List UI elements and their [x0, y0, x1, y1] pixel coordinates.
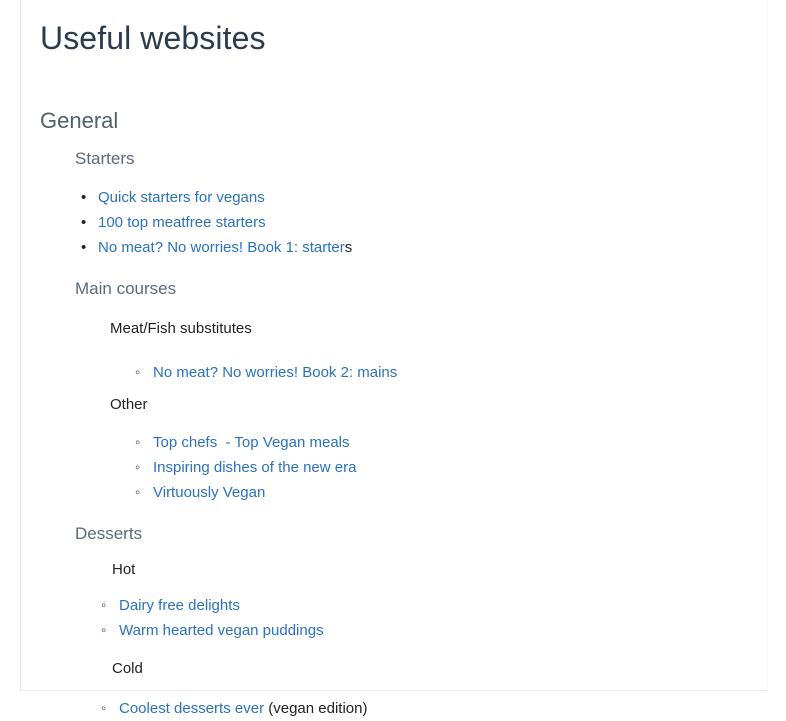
list-item: Virtuously Vegan [40, 480, 760, 505]
section-heading-general: General [40, 78, 760, 132]
group-label-meat-fish-substitutes: Meat/Fish substitutes [40, 321, 760, 336]
page-title: Useful websites [40, 0, 760, 54]
group-label-other: Other [40, 397, 760, 412]
spacer [40, 167, 760, 185]
link-top-chefs-top-vegan-meals[interactable]: Top chefs - Top Vegan meals [153, 434, 350, 451]
link-virtuously-vegan[interactable]: Virtuously Vegan [153, 484, 265, 501]
page-left-margin-rule [20, 0, 21, 691]
link-no-meat-no-worries-book-1-starters[interactable]: No meat? No worries! Book 1: starter [98, 239, 345, 256]
spacer [40, 385, 760, 397]
list-item: Top chefs - Top Vegan meals [40, 430, 760, 455]
list-item: 100 top meatfree starters [40, 210, 760, 235]
spacer [40, 54, 760, 78]
spacer [40, 260, 760, 280]
list-item: No meat? No worries! Book 1: starters [40, 235, 760, 260]
list-item-tail: (vegan edition) [264, 700, 367, 717]
list-item: Dairy free delights [40, 593, 760, 618]
list-hot-desserts: Dairy free delights Warm hearted vegan p… [40, 593, 760, 643]
spacer [40, 412, 760, 430]
link-inspiring-dishes-of-the-new-era[interactable]: Inspiring dishes of the new era [153, 459, 356, 476]
group-label-cold: Cold [40, 661, 760, 676]
spacer [40, 336, 760, 360]
spacer [40, 643, 760, 661]
link-quick-starters-for-vegans[interactable]: Quick starters for vegans [98, 189, 265, 206]
subsection-heading-main-courses: Main courses [40, 280, 760, 297]
document-page: Useful websites General Starters Quick s… [0, 0, 786, 704]
list-item: Quick starters for vegans [40, 185, 760, 210]
spacer [40, 542, 760, 562]
list-starters: Quick starters for vegans 100 top meatfr… [40, 185, 760, 260]
document-content: Useful websites General Starters Quick s… [40, 0, 760, 721]
spacer [40, 676, 760, 696]
page-right-margin-rule [767, 0, 768, 691]
subsection-heading-starters: Starters [40, 150, 760, 167]
list-item: Warm hearted vegan puddings [40, 618, 760, 643]
list-item: Coolest desserts ever (vegan edition) [40, 696, 760, 721]
spacer [40, 132, 760, 150]
subsection-heading-desserts: Desserts [40, 525, 760, 542]
link-dairy-free-delights[interactable]: Dairy free delights [119, 597, 240, 614]
spacer [40, 297, 760, 321]
list-other: Top chefs - Top Vegan meals Inspiring di… [40, 430, 760, 505]
link-warm-hearted-vegan-puddings[interactable]: Warm hearted vegan puddings [119, 622, 324, 639]
list-item: Inspiring dishes of the new era [40, 455, 760, 480]
group-label-hot: Hot [40, 562, 760, 577]
list-meat-fish-substitutes: No meat? No worries! Book 2: mains [40, 360, 760, 385]
list-item-tail: s [345, 239, 353, 256]
list-item: No meat? No worries! Book 2: mains [40, 360, 760, 385]
spacer [40, 505, 760, 525]
link-no-meat-no-worries-book-2-mains[interactable]: No meat? No worries! Book 2: mains [153, 364, 397, 381]
link-100-top-meatfree-starters[interactable]: 100 top meatfree starters [98, 214, 266, 231]
spacer [40, 577, 760, 593]
list-cold-desserts: Coolest desserts ever (vegan edition) [40, 696, 760, 721]
link-coolest-desserts-ever[interactable]: Coolest desserts ever [119, 700, 264, 717]
